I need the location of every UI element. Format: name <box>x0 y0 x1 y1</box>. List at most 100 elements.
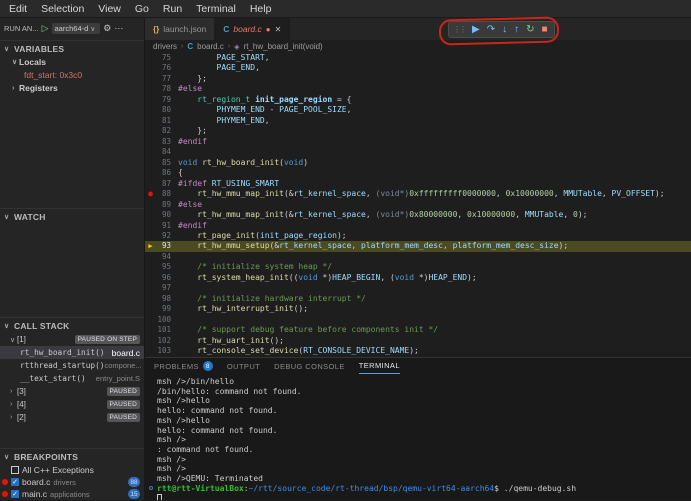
breakpoint-row[interactable]: ✓ main.c applications 15 <box>0 488 144 500</box>
code-line-99[interactable]: 99 rt_hw_interrupt_init(); <box>145 304 691 314</box>
panel-tab-debug-console[interactable]: DEBUG CONSOLE <box>274 358 345 374</box>
line-number[interactable]: 77 <box>156 74 178 84</box>
code-line-103[interactable]: 103 rt_console_set_device(RT_CONSOLE_DEV… <box>145 346 691 356</box>
code-line-78[interactable]: 78 #else <box>145 84 691 94</box>
breadcrumb-item[interactable]: drivers <box>153 42 177 51</box>
checkbox-unchecked[interactable] <box>11 466 19 474</box>
code-line-85[interactable]: 85 void rt_hw_board_init(void) <box>145 158 691 168</box>
more-actions-icon[interactable]: ⋯ <box>114 23 123 34</box>
debug-config-select[interactable]: aarch64-d ∨ <box>51 23 101 35</box>
close-icon[interactable]: ✕ <box>275 25 282 34</box>
code-line-92[interactable]: 92 rt_page_init(init_page_region); <box>145 231 691 241</box>
call-stack-thread-[2][interactable]: › [2] PAUSED <box>0 411 144 424</box>
line-number[interactable]: 75 <box>156 53 178 63</box>
stack-frame[interactable]: rtthread_startup() compone... <box>0 359 144 372</box>
code-line-80[interactable]: 80 PHYMEM_END - PAGE_POOL_SIZE, <box>145 105 691 115</box>
code-line-102[interactable]: 102 rt_hw_uart_init(); <box>145 336 691 346</box>
menu-item-edit[interactable]: Edit <box>2 3 34 15</box>
line-number[interactable]: 87 <box>156 179 178 189</box>
line-number[interactable]: 88 <box>156 189 178 199</box>
code-line-82[interactable]: 82 }; <box>145 126 691 136</box>
code-line-87[interactable]: 87 #ifdef RT_USING_SMART <box>145 179 691 189</box>
line-number[interactable]: 76 <box>156 63 178 73</box>
breakpoint-exceptions-row[interactable]: All C++ Exceptions <box>0 464 144 476</box>
line-number[interactable]: 85 <box>156 158 178 168</box>
menu-item-go[interactable]: Go <box>128 3 156 15</box>
step-over-icon[interactable]: ↷ <box>487 24 495 35</box>
code-line-89[interactable]: 89 #else <box>145 200 691 210</box>
line-number[interactable]: 79 <box>156 95 178 105</box>
stack-frame[interactable]: __text_start() entry_point.S <box>0 372 144 385</box>
breadcrumb-item[interactable]: board.c <box>197 42 224 51</box>
code-line-94[interactable]: 94 <box>145 252 691 262</box>
line-number[interactable]: 96 <box>156 273 178 283</box>
registers-group[interactable]: › Registers <box>0 82 144 95</box>
breakpoints-header[interactable]: ∨ BREAKPOINTS <box>0 449 144 464</box>
continue-icon[interactable]: ▶ <box>472 24 480 35</box>
code-line-97[interactable]: 97 <box>145 283 691 293</box>
breakpoint-row[interactable]: ✓ board.c drivers 88 <box>0 476 144 488</box>
line-number[interactable]: 101 <box>156 325 178 335</box>
line-number[interactable]: 91 <box>156 221 178 231</box>
gear-icon[interactable]: ⚙ <box>103 23 111 34</box>
code-editor[interactable]: 75 PAGE_START, 76 PAGE_END, 77 }; 78 #else 79… <box>145 53 691 357</box>
terminal-output[interactable]: msh />/bin/hello/bin/hello: command not … <box>145 374 691 500</box>
variable-fdt-start[interactable]: fdt_start: 0x3c0 <box>0 69 144 82</box>
line-number[interactable]: 84 <box>156 147 178 157</box>
code-line-86[interactable]: 86{ <box>145 168 691 178</box>
panel-tab-terminal[interactable]: TERMINAL <box>358 358 400 374</box>
line-number[interactable]: 100 <box>156 315 178 325</box>
code-line-77[interactable]: 77 }; <box>145 74 691 84</box>
call-stack-header[interactable]: ∨ CALL STACK <box>0 318 144 333</box>
code-line-83[interactable]: 83 #endif <box>145 137 691 147</box>
variables-header[interactable]: ∨ VARIABLES <box>0 41 144 56</box>
code-line-76[interactable]: 76 PAGE_END, <box>145 63 691 73</box>
code-line-101[interactable]: 101 /* support debug feature before comp… <box>145 325 691 335</box>
code-line-88[interactable]: ● 88 rt_hw_mmu_map_init(&rt_kernel_space,… <box>145 189 691 199</box>
line-number[interactable]: 86 <box>156 168 178 178</box>
toolbar-grip-icon[interactable]: ⋮⋮ <box>453 25 467 34</box>
step-into-icon[interactable]: ↓ <box>502 24 507 35</box>
call-stack-thread-[4][interactable]: › [4] PAUSED <box>0 398 144 411</box>
code-line-98[interactable]: 98 /* initialize hardware interrupt */ <box>145 294 691 304</box>
line-number[interactable]: 80 <box>156 105 178 115</box>
start-debug-icon[interactable]: ▷ <box>42 23 49 34</box>
tab-launch.json[interactable]: {} launch.json <box>145 18 216 40</box>
line-number[interactable]: 83 <box>156 137 178 147</box>
code-line-93[interactable]: ▶ 93 rt_hw_mmu_setup(&rt_kernel_space, pl… <box>145 241 691 252</box>
code-line-75[interactable]: 75 PAGE_START, <box>145 53 691 63</box>
call-stack-thread-[3][interactable]: › [3] PAUSED <box>0 385 144 398</box>
line-number[interactable]: 103 <box>156 346 178 356</box>
code-line-91[interactable]: 91 #endif <box>145 221 691 231</box>
step-out-icon[interactable]: ↑ <box>514 24 519 35</box>
code-line-81[interactable]: 81 PHYMEM_END, <box>145 116 691 126</box>
code-line-100[interactable]: 100 <box>145 315 691 325</box>
watch-header[interactable]: ∨ WATCH <box>0 209 144 224</box>
line-number[interactable]: 98 <box>156 294 178 304</box>
line-number[interactable]: 89 <box>156 200 178 210</box>
restart-icon[interactable]: ↻ <box>526 24 534 35</box>
line-number[interactable]: 97 <box>156 283 178 293</box>
call-stack-thread-[1][interactable]: ∨ [1] PAUSED ON STEP <box>0 333 144 346</box>
line-number[interactable]: 82 <box>156 126 178 136</box>
checkbox-checked[interactable]: ✓ <box>11 478 19 486</box>
line-number[interactable]: 78 <box>156 84 178 94</box>
panel-tab-problems[interactable]: PROBLEMS 8 <box>154 358 213 374</box>
line-number[interactable]: 92 <box>156 231 178 241</box>
line-number[interactable]: 81 <box>156 116 178 126</box>
breadcrumb-item[interactable]: rt_hw_board_init(void) <box>244 42 323 51</box>
locals-group[interactable]: ∨ Locals <box>0 56 144 69</box>
code-line-79[interactable]: 79 rt_region_t init_page_region = { <box>145 95 691 105</box>
code-line-90[interactable]: 90 rt_hw_mmu_map_init(&rt_kernel_space, … <box>145 210 691 220</box>
stack-frame[interactable]: rt_hw_board_init() board.c <box>0 346 144 360</box>
stop-icon[interactable]: ■ <box>541 24 547 35</box>
line-number[interactable]: 99 <box>156 304 178 314</box>
menu-item-run[interactable]: Run <box>156 3 189 15</box>
line-number[interactable]: 90 <box>156 210 178 220</box>
breakpoint-icon[interactable]: ● <box>145 189 156 199</box>
checkbox-checked[interactable]: ✓ <box>11 490 19 498</box>
line-number[interactable]: 95 <box>156 262 178 272</box>
menu-item-view[interactable]: View <box>91 3 128 15</box>
code-line-96[interactable]: 96 rt_system_heap_init((void *)HEAP_BEGI… <box>145 273 691 283</box>
code-line-84[interactable]: 84 <box>145 147 691 157</box>
